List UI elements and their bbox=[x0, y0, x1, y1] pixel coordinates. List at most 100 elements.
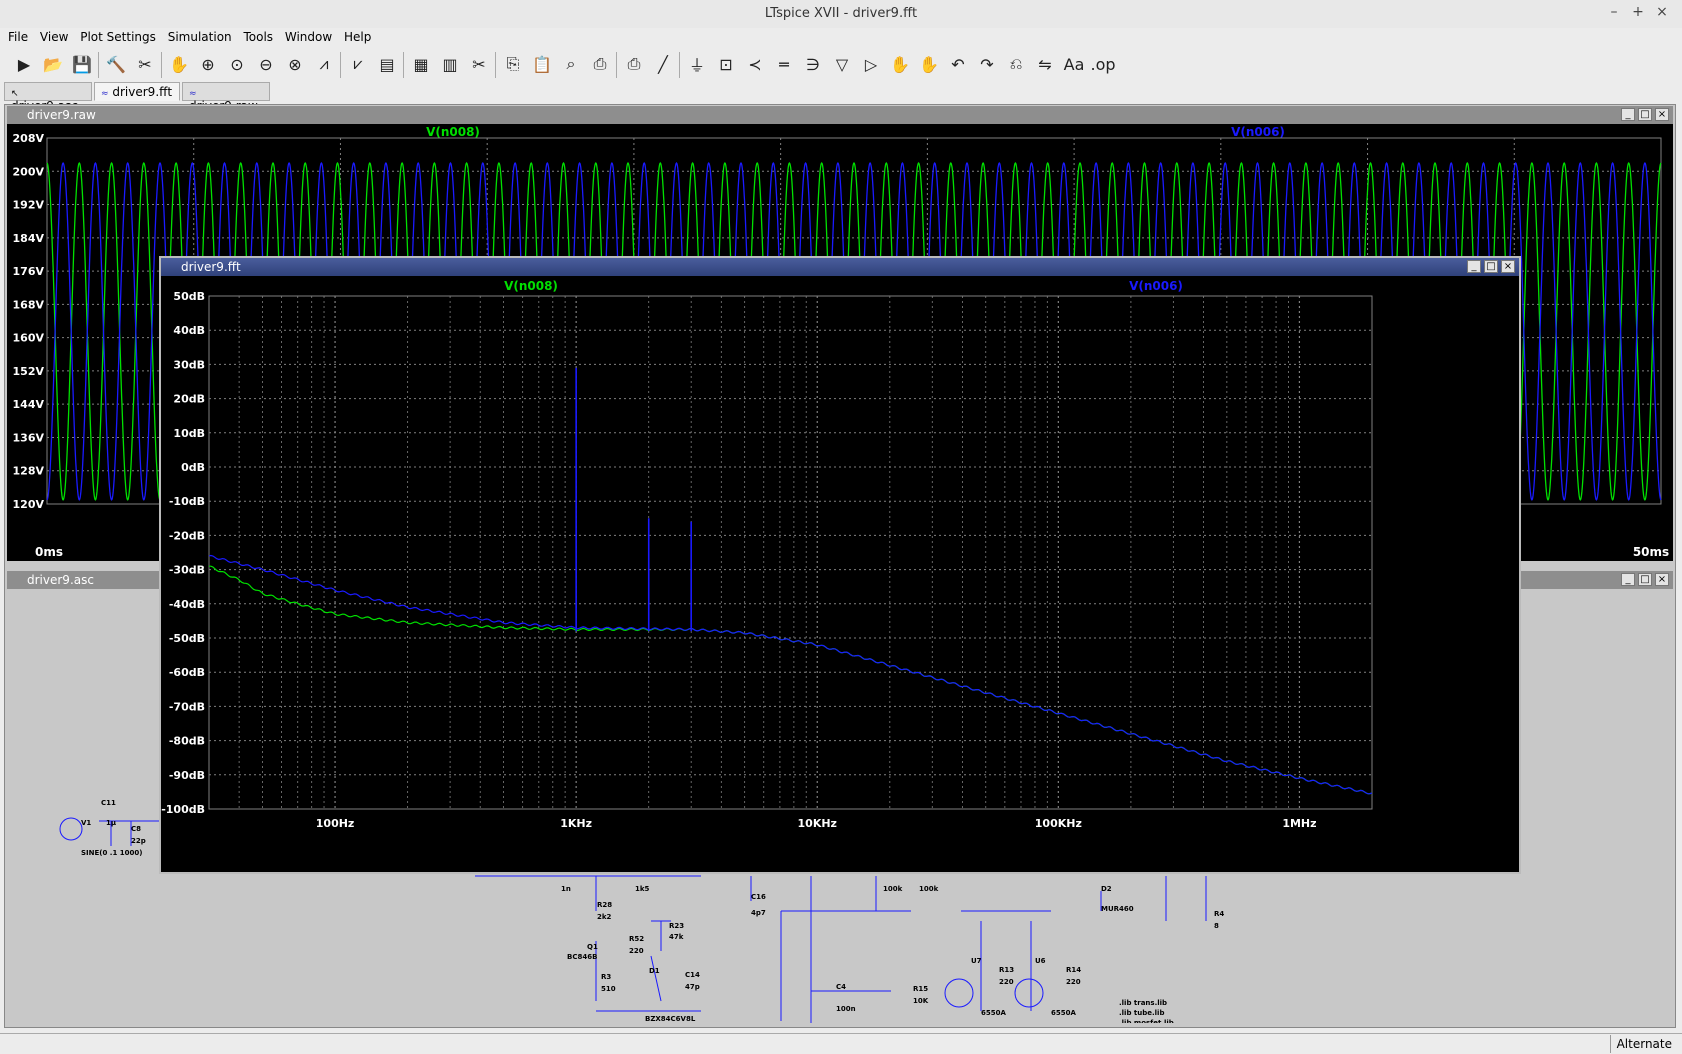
schematic-label: SINE(0 .1 1000) bbox=[81, 849, 142, 857]
schematic-label: 22p bbox=[131, 837, 146, 845]
schematic-label: 8 bbox=[1214, 922, 1219, 930]
toolbar-separator bbox=[495, 52, 496, 78]
cascade-icon[interactable]: ▦ bbox=[407, 50, 435, 78]
y-tick-label: 30dB bbox=[173, 358, 205, 371]
schematic-label: MUR460 bbox=[1101, 905, 1134, 913]
inductor-icon[interactable]: ∋ bbox=[799, 50, 827, 78]
fft-plot[interactable]: V(n008) V(n006) 50dB 40dB 30dB 20dB 10dB 0dB -… bbox=[161, 276, 1517, 870]
y-tick-label: -90dB bbox=[169, 769, 205, 782]
minimize-icon[interactable]: – bbox=[1604, 4, 1624, 20]
schematic-label: 510 bbox=[601, 985, 616, 993]
pan-icon[interactable]: ✋ bbox=[165, 50, 193, 78]
menu-plot-settings[interactable]: Plot Settings bbox=[76, 28, 160, 44]
fft-plot-window[interactable]: driver9.fft _ □ × V(n008) V(n006) 50dB 40… bbox=[159, 256, 1521, 874]
schematic-label: 220 bbox=[629, 947, 644, 955]
schematic-label: 100k bbox=[919, 885, 939, 893]
schematic-label: R3 bbox=[601, 973, 611, 981]
menu-view[interactable]: View bbox=[36, 28, 72, 44]
trace-vn006 bbox=[208, 554, 1373, 795]
redo-icon[interactable]: ↷ bbox=[973, 50, 1001, 78]
window-title: LTspice XVII - driver9.fft bbox=[764, 6, 918, 21]
schematic-label: R28 bbox=[597, 901, 612, 909]
maximize-icon[interactable]: + bbox=[1628, 4, 1648, 20]
open-icon[interactable]: 📂 bbox=[39, 50, 67, 78]
halt-icon[interactable]: ✂ bbox=[131, 50, 159, 78]
undo-icon[interactable]: ↶ bbox=[944, 50, 972, 78]
raw-window-titlebar[interactable]: driver9.raw bbox=[7, 106, 1673, 124]
toolbar-separator bbox=[98, 52, 99, 78]
zoom-out-icon[interactable]: ⊖ bbox=[252, 50, 280, 78]
ground-icon[interactable]: ⏚ bbox=[683, 50, 711, 78]
text-icon[interactable]: Aa bbox=[1060, 50, 1088, 78]
print-setup-icon[interactable]: ⎙ bbox=[620, 50, 648, 78]
status-bar: Alternate bbox=[0, 1033, 1682, 1054]
tab-driver9-fft[interactable]: ≈ driver9.fft bbox=[94, 82, 180, 101]
resistor-icon[interactable]: ≺ bbox=[741, 50, 769, 78]
tile-vertical-icon[interactable]: ▥ bbox=[436, 50, 464, 78]
schematic-label: 100k bbox=[883, 885, 903, 893]
zoom-in-icon[interactable]: ⊕ bbox=[194, 50, 222, 78]
tab-driver9-raw[interactable]: ≈ driver9.raw bbox=[182, 82, 270, 113]
menu-file[interactable]: File bbox=[4, 28, 32, 44]
label-icon[interactable]: ⊡ bbox=[712, 50, 740, 78]
tab-driver9-asc[interactable]: ↖ driver9.asc bbox=[4, 82, 92, 113]
x-tick-label: 10KHz bbox=[798, 817, 837, 830]
diode-icon[interactable]: ▽ bbox=[828, 50, 856, 78]
close-icon[interactable]: × bbox=[1652, 4, 1672, 20]
component-icon[interactable]: ▷ bbox=[857, 50, 885, 78]
capacitor-icon[interactable]: ═ bbox=[770, 50, 798, 78]
minimize-icon[interactable]: _ bbox=[1467, 260, 1481, 273]
control-panel-icon[interactable]: 🔨 bbox=[102, 50, 130, 78]
y-tick-label: -80dB bbox=[169, 735, 205, 748]
minimize-icon[interactable]: _ bbox=[1621, 108, 1635, 121]
schematic-label: 4p7 bbox=[751, 909, 766, 917]
autorange-icon[interactable]: ⩘ bbox=[310, 50, 338, 78]
close-icon[interactable]: × bbox=[1655, 573, 1669, 586]
rotate-icon[interactable]: ⎌ bbox=[1002, 50, 1030, 78]
toolbar-separator bbox=[403, 52, 404, 78]
paste-icon[interactable]: 📋 bbox=[528, 50, 556, 78]
minimize-icon[interactable]: _ bbox=[1621, 573, 1635, 586]
drag-icon[interactable]: ✋ bbox=[915, 50, 943, 78]
menu-tools[interactable]: Tools bbox=[239, 28, 277, 44]
raw-window-title: driver9.raw bbox=[27, 108, 96, 122]
plot-settings-icon[interactable]: ⩗ bbox=[344, 50, 372, 78]
maximize-icon[interactable]: □ bbox=[1638, 108, 1652, 121]
schematic-label: C14 bbox=[685, 971, 700, 979]
schematic-label: C11 bbox=[101, 799, 116, 807]
fft-window-titlebar[interactable]: driver9.fft bbox=[161, 258, 1519, 276]
schematic-label: C8 bbox=[131, 825, 141, 833]
move-icon[interactable]: ✋ bbox=[886, 50, 914, 78]
save-icon[interactable]: 💾 bbox=[68, 50, 96, 78]
wire-icon[interactable]: ╱ bbox=[649, 50, 677, 78]
maximize-icon[interactable]: □ bbox=[1638, 573, 1652, 586]
zoom-full-icon[interactable]: ⊙ bbox=[223, 50, 251, 78]
cut-icon[interactable]: ✂ bbox=[465, 50, 493, 78]
tube-u7-symbol bbox=[944, 978, 974, 1008]
find-icon[interactable]: ⌕ bbox=[557, 50, 585, 78]
y-tick-label: -60dB bbox=[169, 666, 205, 679]
x-tick-start: 0ms bbox=[35, 545, 63, 559]
title-bar: LTspice XVII - driver9.fft – + × bbox=[0, 0, 1682, 29]
close-icon[interactable]: × bbox=[1655, 108, 1669, 121]
mirror-icon[interactable]: ⇋ bbox=[1031, 50, 1059, 78]
menu-window[interactable]: Window bbox=[281, 28, 336, 44]
legend-v-n008: V(n008) bbox=[426, 125, 480, 139]
maximize-icon[interactable]: □ bbox=[1484, 260, 1498, 273]
print-icon[interactable]: ⎙ bbox=[586, 50, 614, 78]
cancel-zoom-icon[interactable]: ⊗ bbox=[281, 50, 309, 78]
y-tick-label: 176V bbox=[13, 265, 45, 278]
menu-help[interactable]: Help bbox=[340, 28, 375, 44]
y-tick-label: 152V bbox=[13, 365, 45, 378]
y-tick-label: 40dB bbox=[173, 324, 205, 337]
copy-icon[interactable]: ⎘ bbox=[499, 50, 527, 78]
spice-directive-icon[interactable]: .op bbox=[1089, 50, 1117, 78]
schematic-label: 1µ bbox=[106, 819, 116, 827]
close-icon[interactable]: × bbox=[1501, 260, 1515, 273]
y-tick-label: 136V bbox=[13, 431, 45, 444]
y-tick-label: 160V bbox=[13, 332, 45, 345]
tile-horizontal-icon[interactable]: ▤ bbox=[373, 50, 401, 78]
menu-simulation[interactable]: Simulation bbox=[164, 28, 236, 44]
schematic-label: R14 bbox=[1066, 966, 1081, 974]
run-icon[interactable]: ▶ bbox=[10, 50, 38, 78]
